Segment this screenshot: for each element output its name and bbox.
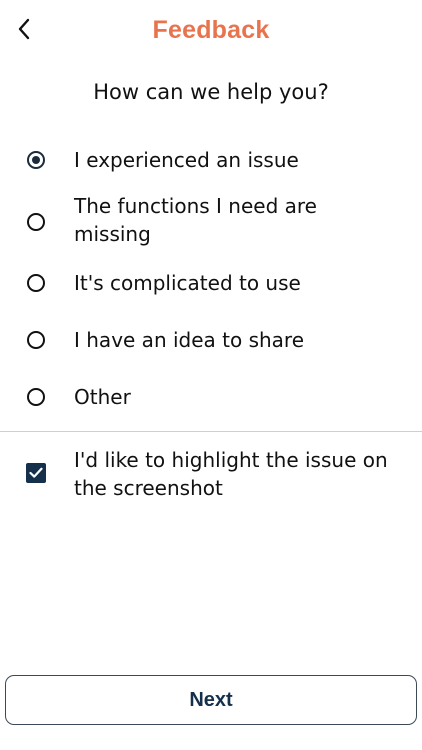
option-label: I have an idea to share xyxy=(74,328,305,352)
highlight-issue-label: I'd like to highlight the issue on the s… xyxy=(74,448,388,500)
highlight-issue-option[interactable]: I'd like to highlight the issue on the s… xyxy=(0,446,422,506)
option-experienced-issue[interactable]: I experienced an issue xyxy=(0,144,422,176)
radio-unselected-icon[interactable] xyxy=(27,213,45,231)
option-other[interactable]: Other xyxy=(0,381,422,413)
radio-selected-icon[interactable] xyxy=(27,151,45,169)
divider xyxy=(0,431,422,432)
option-complicated[interactable]: It's complicated to use xyxy=(0,267,422,299)
page-title: Feedback xyxy=(152,16,270,44)
option-label: Other xyxy=(74,385,131,409)
option-idea[interactable]: I have an idea to share xyxy=(0,324,422,356)
option-label: I experienced an issue xyxy=(74,148,299,172)
option-label: It's complicated to use xyxy=(74,271,301,295)
checkbox-checked-icon[interactable] xyxy=(26,463,46,483)
header: Feedback xyxy=(0,0,422,64)
question-heading: How can we help you? xyxy=(93,80,329,104)
next-button[interactable]: Next xyxy=(5,675,417,725)
option-functions-missing[interactable]: The functions I need are missing xyxy=(0,192,422,252)
radio-unselected-icon[interactable] xyxy=(27,274,45,292)
option-label: The functions I need are missing xyxy=(74,194,317,246)
radio-unselected-icon[interactable] xyxy=(27,388,45,406)
checkmark-icon xyxy=(29,467,43,478)
radio-unselected-icon[interactable] xyxy=(27,331,45,349)
